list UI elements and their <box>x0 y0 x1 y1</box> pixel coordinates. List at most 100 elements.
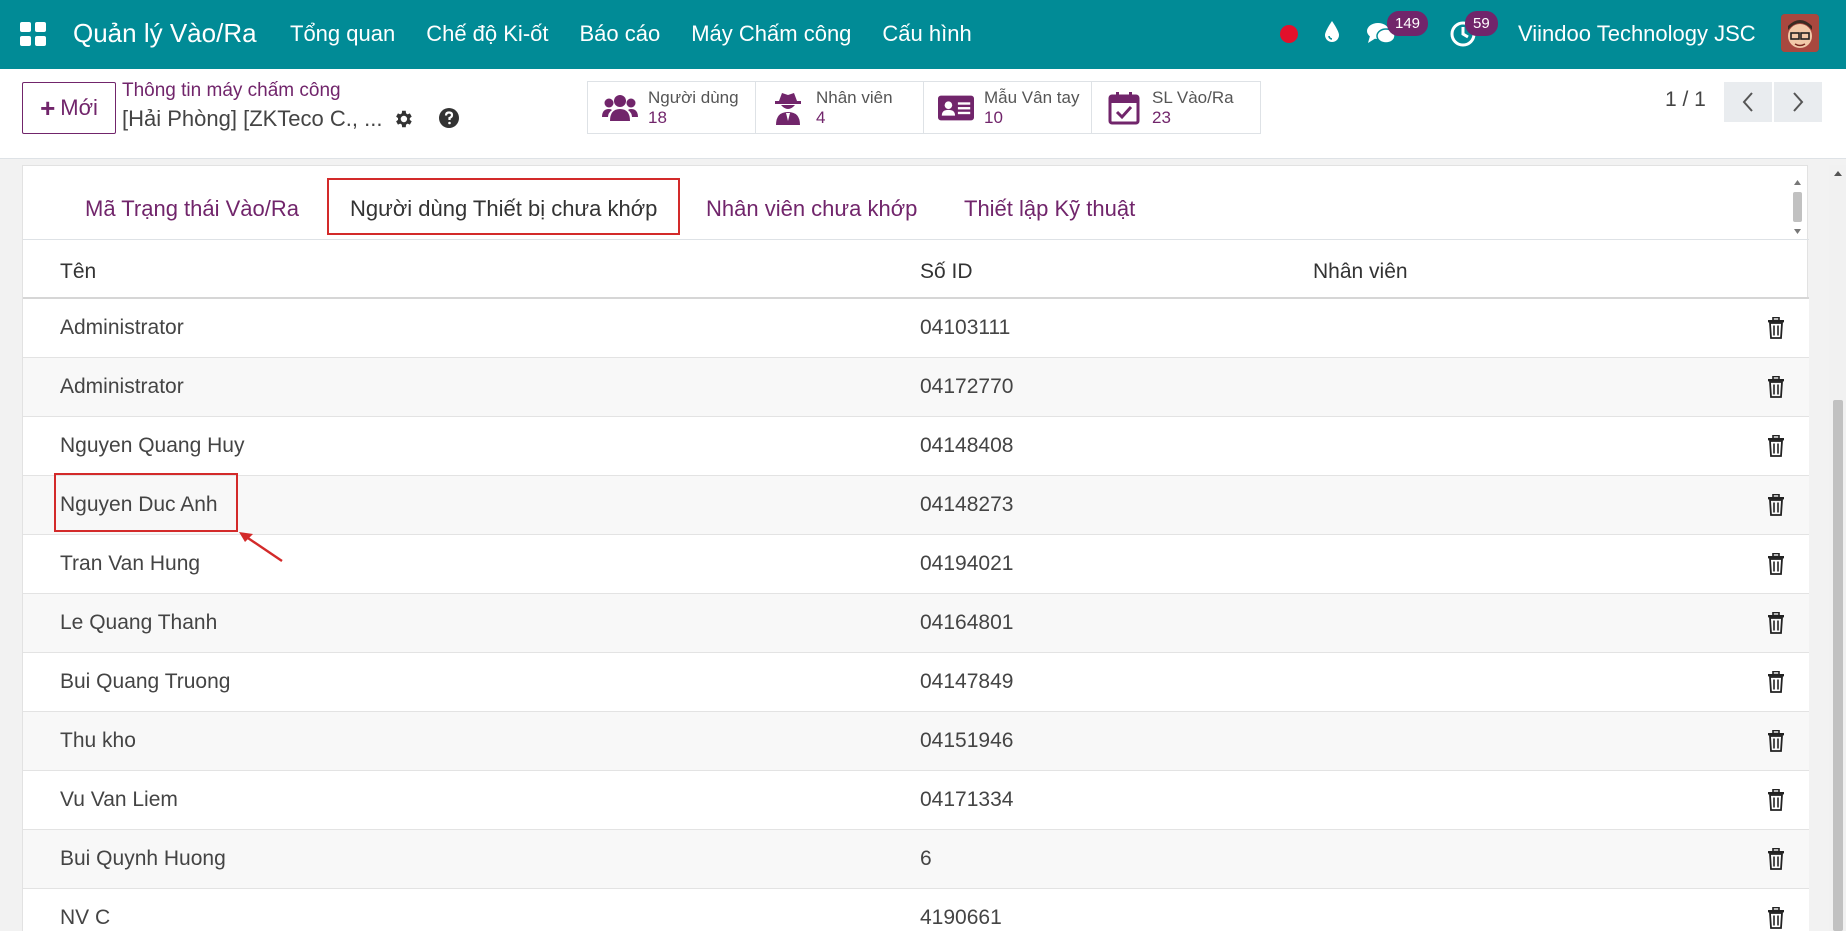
trash-icon[interactable] <box>1767 847 1785 875</box>
table-row[interactable]: Thu kho 04151946 <box>23 712 1809 771</box>
company-switcher[interactable]: Viindoo Technology JSC <box>1518 21 1756 47</box>
new-button[interactable]: + Mới <box>22 82 116 134</box>
smart-button-fingerprints-value: 10 <box>984 107 1003 127</box>
messages-count-badge: 149 <box>1387 11 1429 36</box>
trash-icon[interactable] <box>1767 552 1785 580</box>
cell-name[interactable]: Le Quang Thanh <box>60 611 217 635</box>
drop-icon[interactable] <box>1324 20 1340 49</box>
smart-button-users-value: 18 <box>648 107 667 127</box>
cell-name[interactable]: Nguyen Quang Huy <box>60 434 244 458</box>
plus-icon: + <box>40 92 56 123</box>
help-icon[interactable] <box>438 107 460 134</box>
top-navbar: Quản lý Vào/Ra Tổng quan Chế độ Ki-ốt Bá… <box>0 0 1846 69</box>
table-row[interactable]: Administrator 04172770 <box>23 358 1809 417</box>
page-scrollbar[interactable] <box>1829 165 1846 931</box>
smart-button-employees-value: 4 <box>816 107 826 127</box>
table-row[interactable]: Bui Quang Truong 04147849 <box>23 653 1809 712</box>
calendar-check-icon <box>1106 90 1142 126</box>
cell-id[interactable]: 04148273 <box>920 493 1013 517</box>
chevron-right-icon <box>1793 92 1804 112</box>
smart-button-employees[interactable]: Nhân viên 4 <box>756 82 924 133</box>
control-panel: + Mới Thông tin máy chấm công [Hải Phòng… <box>0 69 1846 159</box>
app-title[interactable]: Quản lý Vào/Ra <box>73 18 257 49</box>
smart-button-employees-label: Nhân viên <box>816 87 893 107</box>
trash-icon[interactable] <box>1767 493 1785 521</box>
pager-next-button[interactable] <box>1774 82 1822 122</box>
status-dot-icon[interactable] <box>1280 25 1298 43</box>
table-row[interactable]: Le Quang Thanh 04164801 <box>23 594 1809 653</box>
table-row[interactable]: Nguyen Quang Huy 04148408 <box>23 417 1809 476</box>
smart-button-attendances-value: 23 <box>1152 107 1171 127</box>
tab-attendance-status-codes[interactable]: Mã Trạng thái Vào/Ra <box>85 196 299 222</box>
tab-unmatched-employees[interactable]: Nhân viên chưa khớp <box>706 196 917 222</box>
cell-id[interactable]: 04148408 <box>920 434 1013 458</box>
cell-name[interactable]: Tran Van Hung <box>60 552 200 576</box>
cell-id[interactable]: 04172770 <box>920 375 1013 399</box>
cell-id[interactable]: 04194021 <box>920 552 1013 576</box>
trash-icon[interactable] <box>1767 375 1785 403</box>
trash-icon[interactable] <box>1767 906 1785 931</box>
apps-menu-icon[interactable] <box>20 22 46 46</box>
cell-id[interactable]: 6 <box>920 847 932 871</box>
table-body: Administrator 04103111 Administrator 041727… <box>23 299 1809 931</box>
cell-id[interactable]: 04151946 <box>920 729 1013 753</box>
trash-icon[interactable] <box>1767 670 1785 698</box>
trash-icon[interactable] <box>1767 611 1785 639</box>
cell-name[interactable]: Administrator <box>60 316 184 340</box>
main-menu: Tổng quan Chế độ Ki-ốt Báo cáo Máy Chấm … <box>290 21 1003 47</box>
cell-name[interactable]: Administrator <box>60 375 184 399</box>
activities-count-badge: 59 <box>1465 11 1498 36</box>
smart-button-users-label: Người dùng <box>648 87 739 107</box>
notebook-tabs: Mã Trạng thái Vào/Ra Người dùng Thiết bị… <box>23 166 1809 240</box>
cell-name[interactable]: Bui Quang Truong <box>60 670 230 694</box>
column-header-employee[interactable]: Nhân viên <box>1313 260 1408 284</box>
cell-name[interactable]: Thu kho <box>60 729 136 753</box>
pager-previous-button[interactable] <box>1724 82 1772 122</box>
table-row[interactable]: Administrator 04103111 <box>23 299 1809 358</box>
cell-id[interactable]: 04103111 <box>920 316 1010 340</box>
cell-id[interactable]: 04171334 <box>920 788 1013 812</box>
menu-item-configuration[interactable]: Cấu hình <box>882 21 971 47</box>
cell-name[interactable]: NV C <box>60 906 110 930</box>
column-header-name[interactable]: Tên <box>60 260 96 284</box>
cell-id[interactable]: 04164801 <box>920 611 1013 635</box>
menu-item-attendance-machines[interactable]: Máy Chấm công <box>691 21 851 47</box>
breadcrumb-parent[interactable]: Thông tin máy chấm công <box>122 80 341 102</box>
trash-icon[interactable] <box>1767 316 1785 344</box>
trash-icon[interactable] <box>1767 729 1785 757</box>
table-row[interactable]: Bui Quynh Huong 6 <box>23 830 1809 889</box>
cell-name[interactable]: Bui Quynh Huong <box>60 847 226 871</box>
tabs-scrollbar[interactable] <box>1790 178 1804 238</box>
annotation-arrow-icon <box>239 532 283 562</box>
table-row[interactable]: Vu Van Liem 04171334 <box>23 771 1809 830</box>
menu-item-overview[interactable]: Tổng quan <box>290 21 395 47</box>
smart-button-attendances-label: SL Vào/Ra <box>1152 87 1234 107</box>
breadcrumb-current: [Hải Phòng] [ZKTeco C., ... <box>122 106 383 131</box>
row-name-highlight-box <box>54 473 238 532</box>
trash-icon[interactable] <box>1767 788 1785 816</box>
trash-icon[interactable] <box>1767 434 1785 462</box>
smart-button-fingerprints-label: Mẫu Vân tay <box>984 87 1080 107</box>
gear-icon[interactable] <box>392 108 414 135</box>
table-header: Tên Số ID Nhân viên <box>23 240 1809 299</box>
column-header-id[interactable]: Số ID <box>920 260 973 284</box>
users-icon <box>602 90 638 126</box>
table-row[interactable]: Nguyen Duc Anh 04148273 <box>23 476 1809 535</box>
id-card-icon <box>938 90 974 126</box>
smart-button-users[interactable]: Người dùng 18 <box>588 82 756 133</box>
tab-technical-settings[interactable]: Thiết lập Kỹ thuật <box>964 196 1135 222</box>
cell-id[interactable]: 4190661 <box>920 906 1002 930</box>
smart-buttons: Người dùng 18 Nhân viên 4 Mẫu Vân tay 10 <box>587 81 1261 134</box>
pager-value[interactable]: 1 / 1 <box>1665 88 1706 112</box>
menu-item-kiosk[interactable]: Chế độ Ki-ốt <box>426 21 548 47</box>
cell-id[interactable]: 04147849 <box>920 670 1013 694</box>
smart-button-fingerprints[interactable]: Mẫu Vân tay 10 <box>924 82 1092 133</box>
table-row[interactable]: NV C 4190661 <box>23 889 1809 931</box>
user-avatar[interactable] <box>1781 14 1819 52</box>
cell-name[interactable]: Vu Van Liem <box>60 788 178 812</box>
smart-button-attendances[interactable]: SL Vào/Ra 23 <box>1092 82 1260 133</box>
menu-item-reports[interactable]: Báo cáo <box>580 21 661 47</box>
form-sheet: Mã Trạng thái Vào/Ra Người dùng Thiết bị… <box>22 165 1809 931</box>
table-row[interactable]: Tran Van Hung 04194021 <box>23 535 1809 594</box>
new-button-label: Mới <box>60 95 98 120</box>
